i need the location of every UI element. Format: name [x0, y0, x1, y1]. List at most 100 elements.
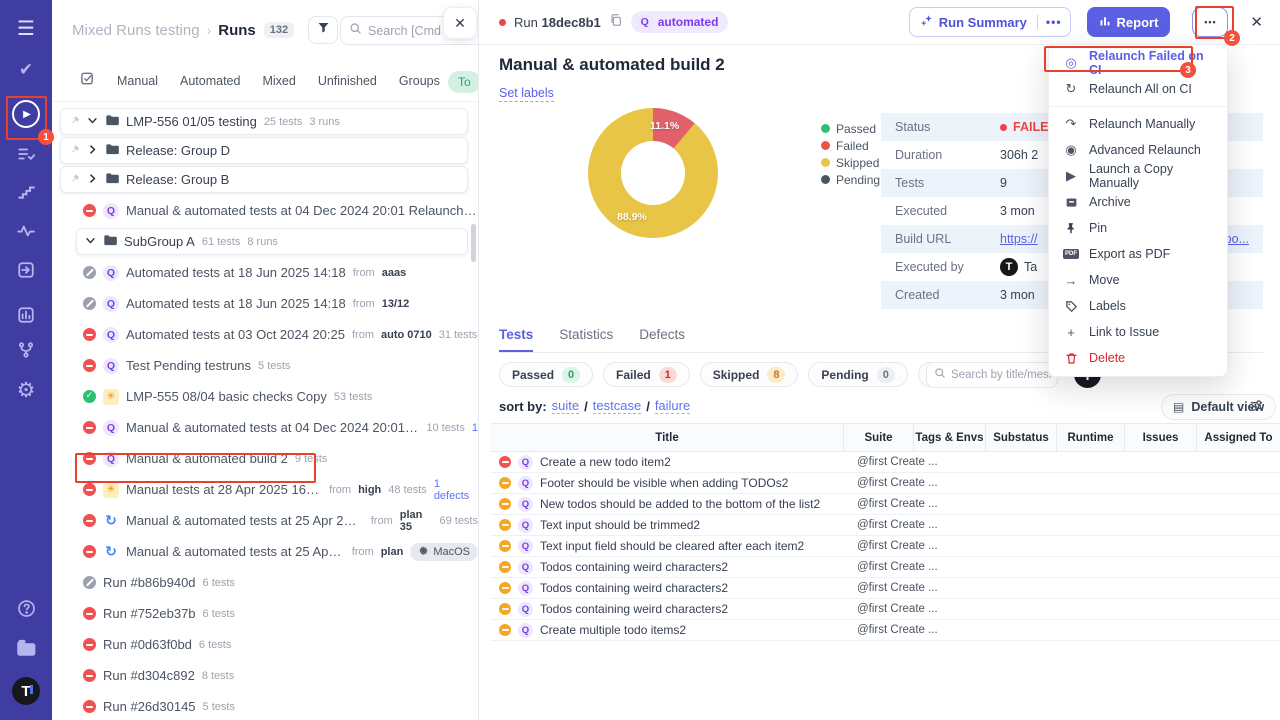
tab-manual[interactable]: Manual	[117, 74, 158, 88]
close-detail-button[interactable]: ✕	[1250, 13, 1263, 31]
menu-item-relaunch-all-on-ci[interactable]: ↻Relaunch All on CI	[1049, 76, 1227, 102]
menu-item-pin[interactable]: Pin	[1049, 215, 1227, 241]
group-row[interactable]: Release: Group B	[60, 166, 468, 193]
breadcrumb-project[interactable]: Mixed Runs testing	[72, 22, 200, 39]
menu-item-archive[interactable]: Archive	[1049, 189, 1227, 215]
tests-search-input[interactable]	[951, 369, 1051, 381]
group-tests-count: 25 tests	[264, 116, 303, 128]
tab-unfinished[interactable]: Unfinished	[318, 74, 377, 88]
sort-link-suite[interactable]: suite	[552, 398, 579, 414]
group-row[interactable]: SubGroup A61 tests8 runs	[76, 228, 468, 255]
menu-item-move[interactable]: →Move	[1049, 267, 1227, 293]
tab-mixed[interactable]: Mixed	[262, 74, 295, 88]
run-list-item[interactable]: Run #0d63f0bd6 tests	[52, 629, 478, 660]
projects-folder-icon[interactable]	[0, 638, 52, 658]
tab-groups[interactable]: Groups	[399, 74, 440, 88]
more-actions-button[interactable]: •••	[1192, 7, 1228, 37]
tests-search[interactable]	[926, 362, 1058, 388]
menu-item-relaunch-failed-on-ci[interactable]: ◎Relaunch Failed on CI	[1049, 50, 1227, 76]
run-list-item[interactable]: QAutomated tests at 03 Oct 2024 20:25fro…	[52, 319, 478, 350]
pulse-icon[interactable]	[0, 222, 52, 240]
run-list-item[interactable]: Run #d304c8928 tests	[52, 660, 478, 691]
table-row[interactable]: QTodos containing weird characters2@firs…	[491, 599, 1280, 620]
build-url-link[interactable]: https://	[1000, 232, 1038, 246]
run-list-item[interactable]: Run #b86b940d6 tests	[52, 567, 478, 598]
checklist-icon[interactable]	[0, 145, 52, 163]
run-list-item[interactable]: ↻Manual & automated tests at 25 Apr 2025…	[52, 536, 478, 567]
menu-item-link-to-issue[interactable]: +Link to Issue	[1049, 319, 1227, 345]
from-value: aaas	[382, 267, 406, 279]
select-mode-icon[interactable]	[80, 71, 95, 91]
run-list-item[interactable]: ✳LMP-555 08/04 basic checks Copy53 tests	[52, 381, 478, 412]
view-settings-icon[interactable]	[1249, 398, 1264, 418]
run-list-item[interactable]: Run #752eb37b6 tests	[52, 598, 478, 629]
table-row[interactable]: QTodos containing weird characters2@firs…	[491, 557, 1280, 578]
table-row[interactable]: QTodos containing weird characters2@firs…	[491, 578, 1280, 599]
run-list-item[interactable]: QAutomated tests at 18 Jun 2025 14:18fro…	[52, 288, 478, 319]
sort-link-failure[interactable]: failure	[655, 398, 690, 414]
filter-pill-failed[interactable]: Failed1	[603, 362, 690, 387]
run-list-item[interactable]: QManual & automated build 29 tests	[52, 443, 478, 474]
menu-item-delete[interactable]: Delete	[1049, 345, 1227, 371]
run-list-item[interactable]: ✳Manual tests at 28 Apr 2025 16:50fromhi…	[52, 474, 478, 505]
menu-item-launch-a-copy-manually[interactable]: ▶Launch a Copy Manually	[1049, 163, 1227, 189]
group-row[interactable]: Release: Group D	[60, 137, 468, 164]
menu-icon[interactable]: ☰	[0, 16, 52, 41]
tab-tests[interactable]: Tests	[499, 327, 533, 352]
menu-item-export-as-pdf[interactable]: PDFExport as PDF	[1049, 241, 1227, 267]
filter-button[interactable]	[308, 16, 338, 44]
run-summary-button[interactable]: Run Summary •••	[909, 7, 1071, 37]
gear-icon	[418, 545, 429, 559]
menu-item-label: Relaunch Failed on CI	[1089, 49, 1213, 77]
tab-defects[interactable]: Defects	[639, 327, 685, 352]
run-list-item[interactable]: Run #26d301455 tests	[52, 691, 478, 720]
column-header-assigned-to[interactable]: Assigned To	[1197, 424, 1280, 451]
menu-item-advanced-relaunch[interactable]: ◉Advanced Relaunch	[1049, 137, 1227, 163]
table-row[interactable]: QCreate multiple todo items2@first Creat…	[491, 620, 1280, 641]
settings-gear-icon[interactable]: ⚙	[0, 378, 52, 403]
table-row[interactable]: QText input should be trimmed2@first Cre…	[491, 515, 1280, 536]
build-url-fragment[interactable]: po...	[1225, 232, 1249, 246]
filter-pill-passed[interactable]: Passed0	[499, 362, 593, 387]
import-icon[interactable]	[0, 261, 52, 279]
group-row[interactable]: LMP-556 01/05 testing25 tests3 runs	[60, 108, 468, 135]
table-row[interactable]: QText input field should be cleared afte…	[491, 536, 1280, 557]
analytics-icon[interactable]	[0, 306, 52, 324]
filter-pill-pending[interactable]: Pending0	[808, 362, 907, 387]
scrollbar-thumb[interactable]	[471, 224, 476, 262]
column-header-substatus[interactable]: Substatus	[986, 424, 1057, 451]
run-list-item[interactable]: ↻Manual & automated tests at 25 Apr 2025…	[52, 505, 478, 536]
column-header-suite[interactable]: Suite	[844, 424, 914, 451]
run-list-item[interactable]: QManual & automated tests at 04 Dec 2024…	[52, 195, 478, 226]
tab-today[interactable]: To	[448, 71, 478, 93]
run-tests-count: 5 tests	[258, 360, 290, 372]
run-list-item[interactable]: QManual & automated tests at 04 Dec 2024…	[52, 412, 478, 443]
branches-icon[interactable]	[0, 341, 52, 359]
sort-link-testcase[interactable]: testcase	[593, 398, 641, 414]
steps-icon[interactable]	[0, 183, 52, 201]
menu-item-relaunch-manually[interactable]: ↷Relaunch Manually	[1049, 111, 1227, 137]
column-header-runtime[interactable]: Runtime	[1057, 424, 1125, 451]
table-row[interactable]: QCreate a new todo item2@first Create ..…	[491, 452, 1280, 473]
tasks-check-icon[interactable]: ✔	[0, 60, 52, 80]
tab-statistics[interactable]: Statistics	[559, 327, 613, 352]
run-summary-more-button[interactable]: •••	[1037, 15, 1070, 29]
help-icon[interactable]	[0, 599, 52, 618]
run-list-item[interactable]: QTest Pending testruns5 tests	[52, 350, 478, 381]
run-list-item[interactable]: QAutomated tests at 18 Jun 2025 14:18fro…	[52, 257, 478, 288]
user-avatar[interactable]: T	[0, 677, 52, 705]
report-button[interactable]: Report	[1087, 7, 1171, 37]
column-header-tags-envs[interactable]: Tags & Envs	[914, 424, 986, 451]
menu-item-labels[interactable]: Labels	[1049, 293, 1227, 319]
filter-pill-skipped[interactable]: Skipped8	[700, 362, 799, 387]
table-row[interactable]: QFooter should be visible when adding TO…	[491, 473, 1280, 494]
tab-automated[interactable]: Automated	[180, 74, 240, 88]
column-header-issues[interactable]: Issues	[1125, 424, 1197, 451]
runs-play-icon[interactable]: ▶	[0, 100, 52, 128]
set-labels-link[interactable]: Set labels	[499, 86, 554, 102]
table-row[interactable]: QNew todos should be added to the bottom…	[491, 494, 1280, 515]
column-header-title[interactable]: Title	[491, 424, 844, 451]
copy-icon[interactable]	[609, 13, 623, 32]
run-tests-count: 53 tests	[334, 391, 373, 403]
close-search-button[interactable]: ✕	[443, 7, 477, 39]
